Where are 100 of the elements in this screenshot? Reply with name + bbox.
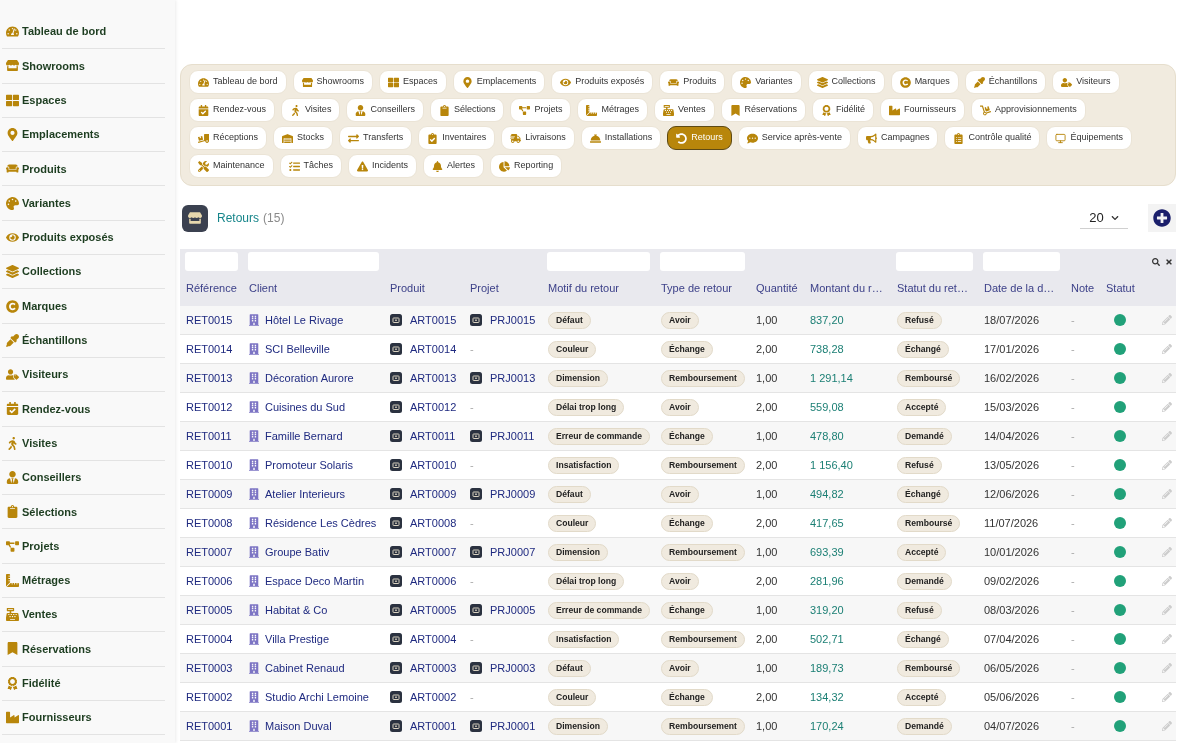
product-link[interactable]: ART0001 — [410, 717, 457, 735]
sidebar-item[interactable]: Métrages — [2, 563, 165, 599]
client-link[interactable]: Habitat & Co — [265, 601, 328, 619]
sidebar-item[interactable]: Échantillons — [2, 323, 165, 358]
product-link[interactable]: ART0008 — [410, 514, 457, 532]
nav-tab[interactable]: Reporting — [490, 154, 563, 178]
client-link[interactable]: Atelier Interieurs — [265, 485, 346, 503]
project-link[interactable]: PRJ0007 — [490, 543, 536, 561]
reference-link[interactable]: RET0008 — [186, 516, 233, 529]
nav-tab[interactable]: Variantes — [731, 70, 802, 94]
nav-tab[interactable]: Showrooms — [292, 70, 374, 94]
nav-tab[interactable]: Emplacements — [452, 70, 546, 94]
column-header[interactable]: Montant du r… — [810, 282, 883, 295]
client-link[interactable]: Décoration Aurore — [265, 369, 354, 387]
client-link[interactable]: Promoteur Solaris — [265, 456, 354, 474]
reference-link[interactable]: RET0014 — [186, 342, 233, 355]
project-link[interactable]: PRJ0013 — [490, 369, 536, 387]
project-link[interactable]: PRJ0015 — [490, 311, 536, 329]
nav-tab[interactable]: Alertes — [423, 154, 485, 178]
client-link[interactable]: Espace Deco Martin — [265, 572, 365, 590]
product-link[interactable]: ART0009 — [410, 485, 457, 503]
client-link[interactable]: Studio Archi Lemoine — [265, 688, 369, 706]
pencil-icon[interactable] — [1162, 344, 1172, 354]
pencil-icon[interactable] — [1162, 315, 1172, 325]
nav-tab[interactable]: Collections — [807, 70, 885, 94]
reference-link[interactable]: RET0006 — [186, 574, 233, 587]
reference-link[interactable]: RET0001 — [186, 719, 233, 732]
sidebar-item[interactable]: Tableau de bord — [2, 15, 165, 50]
project-link[interactable]: PRJ0011 — [490, 427, 535, 445]
pencil-icon[interactable] — [1162, 692, 1172, 702]
nav-tab[interactable]: Métrages — [577, 98, 648, 122]
add-button[interactable] — [1148, 204, 1176, 232]
nav-tab[interactable]: Approvisionnements — [971, 98, 1086, 122]
nav-tab[interactable]: Stocks — [273, 126, 334, 150]
reference-link[interactable]: RET0005 — [186, 603, 233, 616]
column-header[interactable]: Date de la d… — [984, 282, 1055, 295]
product-link[interactable]: ART0006 — [410, 572, 457, 590]
client-link[interactable]: Cuisines du Sud — [265, 398, 346, 416]
sidebar-item[interactable]: Marques — [2, 289, 165, 324]
sidebar-item[interactable]: Réservations — [2, 632, 165, 667]
sidebar-item[interactable]: Ventes — [2, 598, 165, 633]
column-header[interactable]: Client — [249, 282, 278, 295]
sidebar-item[interactable]: Fidélité — [2, 666, 165, 701]
client-link[interactable]: Groupe Bativ — [265, 543, 330, 561]
product-link[interactable]: ART0011 — [410, 427, 456, 445]
reference-link[interactable]: RET0009 — [186, 487, 233, 500]
nav-tab[interactable]: Inventaires — [418, 126, 496, 150]
nav-tab[interactable]: Visites — [281, 98, 341, 122]
project-link[interactable]: PRJ0005 — [490, 601, 536, 619]
reference-link[interactable]: RET0004 — [186, 632, 233, 645]
column-header[interactable]: Projet — [470, 282, 499, 295]
column-header[interactable]: Statut — [1106, 282, 1135, 295]
sidebar-item[interactable]: Visiteurs — [2, 357, 165, 393]
product-link[interactable]: ART0005 — [410, 601, 457, 619]
close-icon[interactable] — [1165, 257, 1173, 266]
column-header[interactable]: Référence — [186, 282, 237, 295]
sidebar-item[interactable]: Collections — [2, 255, 165, 290]
nav-tab[interactable]: Projets — [510, 98, 572, 122]
reference-link[interactable]: RET0011 — [186, 429, 232, 442]
nav-tab[interactable]: Visiteurs — [1052, 70, 1120, 94]
nav-tab[interactable]: Produits exposés — [551, 70, 654, 94]
nav-tab[interactable]: Ventes — [654, 98, 715, 122]
nav-tab[interactable]: Maintenance — [189, 154, 274, 178]
sidebar-item[interactable]: Conseillers — [2, 460, 165, 496]
nav-tab[interactable]: Fidélité — [812, 98, 875, 122]
client-link[interactable]: Famille Bernard — [265, 427, 343, 445]
product-link[interactable]: ART0014 — [410, 340, 457, 358]
sidebar-item[interactable]: Emplacements — [2, 117, 165, 153]
page-size-select[interactable]: 20 — [1080, 207, 1128, 229]
product-link[interactable]: ART0003 — [410, 659, 457, 677]
pencil-icon[interactable] — [1162, 634, 1172, 644]
reference-link[interactable]: RET0015 — [186, 313, 233, 326]
client-link[interactable]: Hôtel Le Rivage — [265, 311, 344, 329]
pencil-icon[interactable] — [1162, 431, 1172, 441]
sidebar-item[interactable]: Sélections — [2, 495, 165, 530]
product-link[interactable]: ART0013 — [410, 369, 457, 387]
nav-tab[interactable]: Tableau de bord — [189, 70, 287, 94]
product-link[interactable]: ART0012 — [410, 398, 457, 416]
sidebar-item[interactable]: Variantes — [2, 186, 165, 221]
nav-tab[interactable]: Réceptions — [189, 126, 268, 150]
sidebar-item[interactable]: Espaces — [2, 83, 165, 118]
nav-tab[interactable]: Espaces — [379, 70, 447, 94]
nav-tab[interactable]: Service après-vente — [737, 126, 851, 150]
product-link[interactable]: ART0007 — [410, 543, 457, 561]
sidebar-item[interactable]: Fournisseurs — [2, 700, 165, 736]
project-link[interactable]: PRJ0009 — [490, 485, 536, 503]
reference-link[interactable]: RET0012 — [186, 400, 233, 413]
product-link[interactable]: ART0002 — [410, 688, 457, 706]
client-link[interactable]: Villa Prestige — [265, 630, 329, 648]
client-link[interactable]: SCI Belleville — [265, 340, 330, 358]
pencil-icon[interactable] — [1162, 605, 1172, 615]
column-header[interactable]: Note — [1071, 282, 1095, 295]
nav-tab[interactable]: Installations — [580, 126, 662, 150]
product-link[interactable]: ART0004 — [410, 630, 457, 648]
reference-link[interactable]: RET0002 — [186, 690, 233, 703]
column-header[interactable]: Motif du retour — [548, 282, 619, 295]
nav-tab[interactable]: Incidents — [348, 154, 418, 178]
pencil-icon[interactable] — [1162, 576, 1172, 586]
sidebar-item[interactable]: Projets — [2, 529, 165, 564]
column-header[interactable]: Produit — [390, 282, 425, 295]
